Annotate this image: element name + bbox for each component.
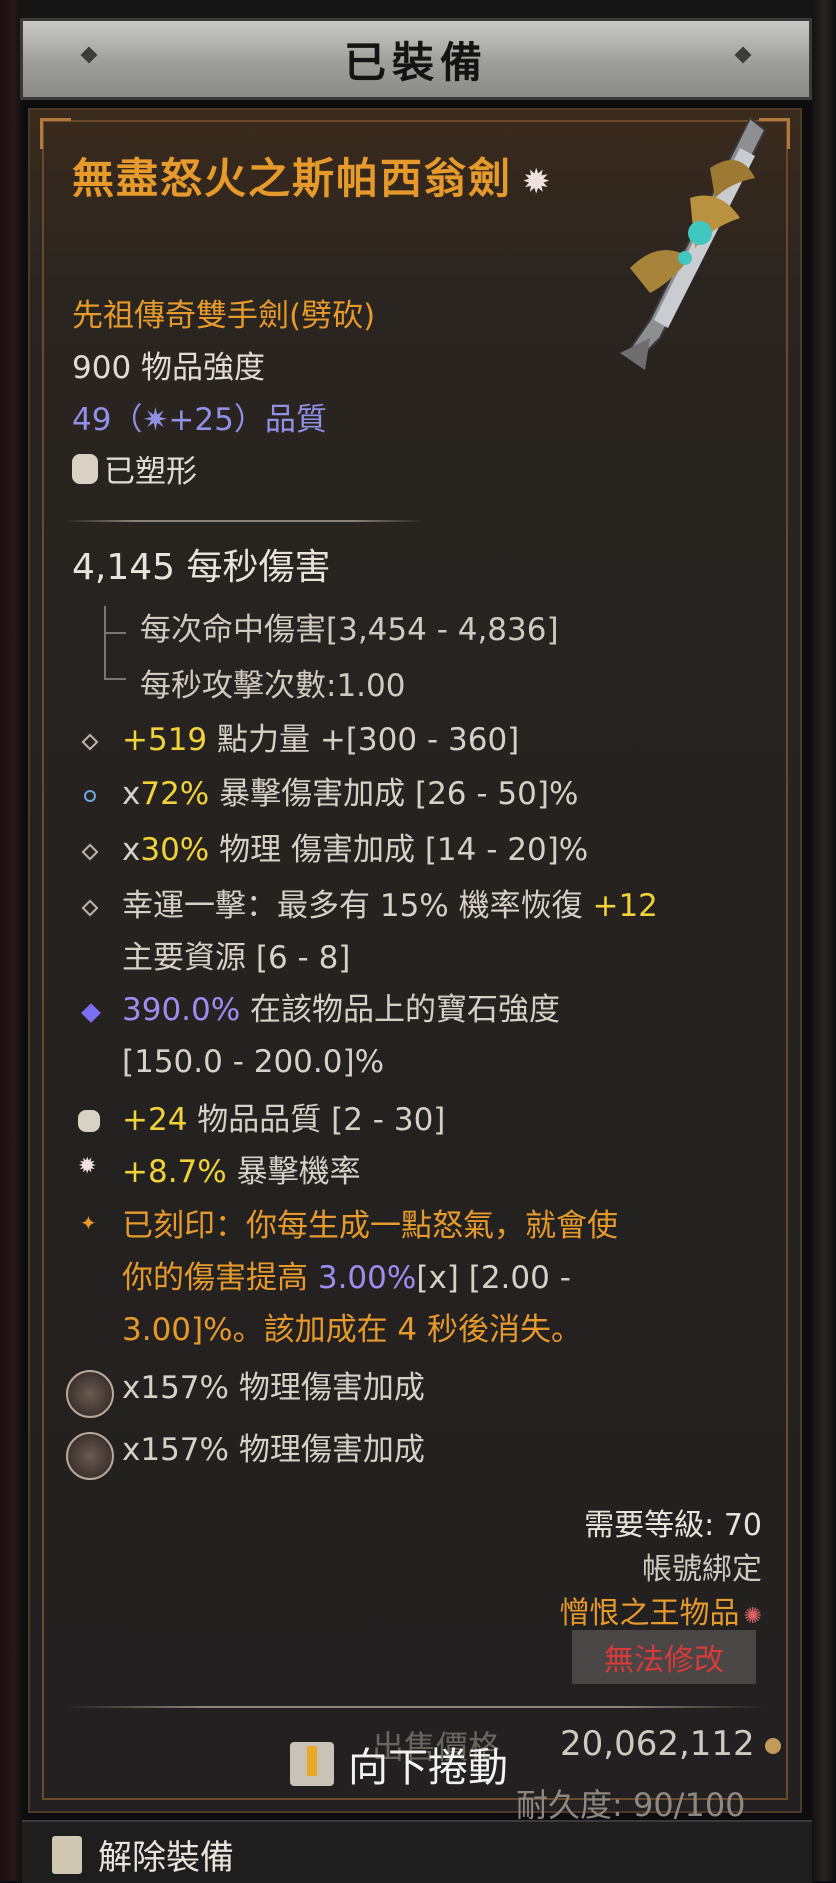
affix-value: +24	[122, 1102, 188, 1138]
affix-prefix: x	[122, 832, 141, 868]
price-value: 20,062,112	[560, 1724, 755, 1764]
item-quality: 49（✷+25）品質	[72, 402, 327, 438]
affix-value: +12	[592, 888, 658, 924]
shaped-status: 已塑形	[72, 446, 197, 491]
affix-value: +8.7%	[122, 1154, 227, 1190]
affix-text: 物理 傷害加成 [14 - 20]%	[209, 832, 589, 868]
affix-value: 390.0%	[122, 992, 241, 1028]
right-background	[812, 0, 836, 1881]
affix-value: 72%	[140, 776, 210, 812]
affix-bullet-icon	[81, 899, 99, 917]
imprint-value: 3.00%	[317, 1260, 417, 1296]
account-bound: 帳號綁定	[642, 1552, 762, 1587]
section-divider	[64, 520, 424, 522]
attacks-per-second: 每秒攻擊次數:1.00	[140, 668, 406, 704]
quality-bullet-icon	[78, 1110, 100, 1132]
scroll-down-hint[interactable]: 向下捲動	[290, 1735, 508, 1793]
hatred-icon: ✺	[743, 1604, 762, 1629]
unequip-label: 解除裝備	[98, 1838, 234, 1878]
left-background	[0, 0, 22, 1881]
sparkle-bullet-icon: ✹	[78, 1154, 97, 1179]
socketed-gem-icon	[66, 1370, 114, 1418]
item-name: 無盡怒火之斯帕西翁劍 ✹	[72, 150, 592, 211]
scroll-hint-label: 向下捲動	[348, 1745, 508, 1791]
lord-of-hatred-item: 憎恨之王物品 ✺	[560, 1588, 762, 1632]
affix-gem-strength: 390.0% 在該物品上的寶石強度 [150.0 - 200.0]%	[122, 984, 742, 1088]
unequip-button[interactable]: 解除裝備	[52, 1830, 234, 1879]
imprint-range: [x] [2.00 -	[416, 1260, 571, 1296]
socket-affix: x157% 物理傷害加成	[122, 1432, 425, 1468]
sword-icon	[620, 116, 767, 370]
affix-text: 物品品質 [2 - 30]	[187, 1102, 446, 1138]
item-type: 先祖傳奇雙手劍(劈砍)	[72, 298, 376, 334]
affix-text: [150.0 - 200.0]%	[122, 1044, 385, 1080]
affix-crit-chance: +8.7% 暴擊機率	[122, 1146, 742, 1198]
affix-lucky-hit: 幸運一擊：最多有 15% 機率恢復 +12 主要資源 [6 - 8]	[122, 880, 742, 984]
item-power: 900 物品強度	[72, 350, 266, 386]
socket-affix: x157% 物理傷害加成	[122, 1370, 425, 1406]
item-name-text: 無盡怒火之斯帕西翁劍	[72, 154, 513, 203]
imprint-bullet-icon: ✦	[80, 1211, 97, 1235]
affix-value: 30%	[140, 832, 210, 868]
footer-divider	[64, 1706, 764, 1708]
imprint-text: 3.00]%。該加成在 4 秒後消失。	[122, 1312, 583, 1348]
affix-prefix: x	[122, 776, 141, 812]
required-level: 需要等級: 70	[584, 1508, 762, 1543]
affix-item-quality: +24 物品品質 [2 - 30]	[122, 1094, 742, 1146]
header-title: 已裝備	[343, 37, 488, 87]
frame-corner	[40, 118, 71, 149]
sell-price: 20,062,112	[560, 1724, 781, 1764]
gem-bullet-icon	[81, 1003, 101, 1023]
affix-text: 暴擊機率	[226, 1154, 361, 1190]
scroll-key-icon	[290, 1742, 334, 1786]
unequip-key-icon	[52, 1835, 82, 1874]
affix-crit-damage: x72% 暴擊傷害加成 [26 - 50]%	[122, 768, 742, 820]
sparkle-icon: ✹	[522, 161, 553, 202]
imprint-text: 已刻印：你每生成一點怒氣，就會使	[122, 1208, 618, 1244]
affix-text: 主要資源 [6 - 8]	[122, 940, 351, 976]
affix-value: +519	[122, 722, 208, 758]
affix-bullet-icon	[81, 843, 99, 861]
dps-value: 4,145 每秒傷害	[72, 547, 331, 588]
affix-physical-damage: x30% 物理 傷害加成 [14 - 20]%	[122, 824, 742, 876]
tree-connector	[104, 606, 126, 634]
shaped-label: 已塑形	[104, 454, 197, 490]
affix-bullet-icon	[81, 733, 99, 751]
gold-coin-icon	[764, 1737, 781, 1754]
cannot-modify-badge: 無法修改	[572, 1630, 756, 1684]
equipped-header: 已裝備	[20, 18, 812, 100]
affix-strength: +519 點力量 +[300 - 360]	[122, 714, 742, 766]
top-strip	[22, 0, 812, 18]
affix-bullet-icon	[81, 787, 99, 805]
imprinted-aspect: 已刻印：你每生成一點怒氣，就會使 你的傷害提高 3.00%[x] [2.00 -…	[122, 1200, 742, 1356]
header-ornament-left	[80, 46, 98, 64]
damage-per-hit: 每次命中傷害[3,454 - 4,836]	[140, 612, 559, 648]
affix-text: 點力量 +[300 - 360]	[207, 722, 520, 758]
shaped-icon	[72, 453, 98, 484]
imprint-text: 你的傷害提高	[122, 1260, 318, 1296]
socketed-gem-icon	[66, 1432, 114, 1480]
hatred-label: 憎恨之王物品	[559, 1596, 740, 1631]
affix-text: 幸運一擊：最多有 15% 機率恢復	[122, 888, 593, 924]
affix-text: 暴擊傷害加成 [26 - 50]%	[209, 776, 579, 812]
header-ornament-right	[734, 46, 752, 64]
tree-connector	[104, 632, 126, 680]
affix-text: 在該物品上的寶石強度	[240, 992, 561, 1028]
